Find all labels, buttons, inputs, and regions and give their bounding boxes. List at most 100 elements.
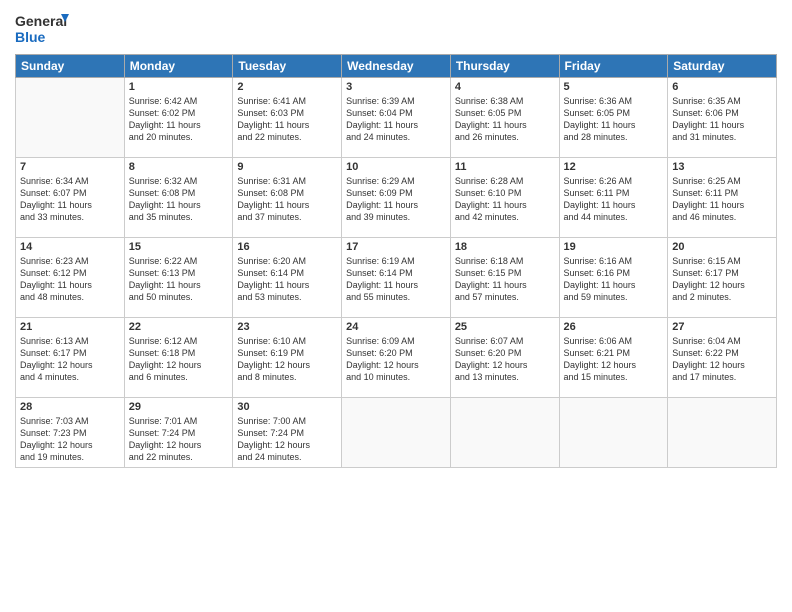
cell-info: Sunrise: 6:32 AM Sunset: 6:08 PM Dayligh…	[129, 175, 229, 224]
day-number: 2	[237, 81, 337, 93]
calendar-cell: 2 Sunrise: 6:41 AM Sunset: 6:03 PM Daylig…	[233, 78, 342, 158]
weekday-header: Wednesday	[342, 55, 451, 78]
calendar-header-row: SundayMondayTuesdayWednesdayThursdayFrid…	[16, 55, 777, 78]
calendar-cell: 30 Sunrise: 7:00 AM Sunset: 7:24 PM Dayli…	[233, 398, 342, 468]
day-number: 16	[237, 241, 337, 253]
calendar-cell: 25 Sunrise: 6:07 AM Sunset: 6:20 PM Dayli…	[450, 318, 559, 398]
day-number: 18	[455, 241, 555, 253]
day-number: 26	[564, 321, 664, 333]
day-number: 29	[129, 401, 229, 413]
calendar-cell: 9Sunrise: 6:31 AM Sunset: 6:08 PM Daylig…	[233, 158, 342, 238]
day-number: 10	[346, 161, 446, 173]
calendar-cell: 29 Sunrise: 7:01 AM Sunset: 7:24 PM Dayli…	[124, 398, 233, 468]
day-number: 22	[129, 321, 229, 333]
cell-info: Sunrise: 7:00 AM Sunset: 7:24 PM Dayligh…	[237, 415, 337, 464]
cell-info: Sunrise: 6:06 AM Sunset: 6:21 PM Dayligh…	[564, 335, 664, 384]
calendar-cell: 1 Sunrise: 6:42 AM Sunset: 6:02 PM Daylig…	[124, 78, 233, 158]
day-number: 1	[129, 81, 229, 93]
calendar-cell: 21Sunrise: 6:13 AM Sunset: 6:17 PM Dayli…	[16, 318, 125, 398]
calendar-week-row: 7Sunrise: 6:34 AM Sunset: 6:07 PM Daylig…	[16, 158, 777, 238]
logo: GeneralBlue	[15, 10, 70, 48]
calendar-week-row: 1 Sunrise: 6:42 AM Sunset: 6:02 PM Daylig…	[16, 78, 777, 158]
day-number: 28	[20, 401, 120, 413]
day-number: 23	[237, 321, 337, 333]
cell-info: Sunrise: 6:26 AM Sunset: 6:11 PM Dayligh…	[564, 175, 664, 224]
calendar-cell: 22 Sunrise: 6:12 AM Sunset: 6:18 PM Dayli…	[124, 318, 233, 398]
calendar-cell: 28 Sunrise: 7:03 AM Sunset: 7:23 PM Dayli…	[16, 398, 125, 468]
day-number: 27	[672, 321, 772, 333]
calendar-cell: 10Sunrise: 6:29 AM Sunset: 6:09 PM Dayli…	[342, 158, 451, 238]
day-number: 30	[237, 401, 337, 413]
calendar-cell: 23Sunrise: 6:10 AM Sunset: 6:19 PM Dayli…	[233, 318, 342, 398]
calendar-cell: 15 Sunrise: 6:22 AM Sunset: 6:13 PM Dayli…	[124, 238, 233, 318]
calendar-cell: 17 Sunrise: 6:19 AM Sunset: 6:14 PM Dayli…	[342, 238, 451, 318]
calendar-cell: 16 Sunrise: 6:20 AM Sunset: 6:14 PM Dayli…	[233, 238, 342, 318]
calendar-cell: 5 Sunrise: 6:36 AM Sunset: 6:05 PM Daylig…	[559, 78, 668, 158]
cell-info: Sunrise: 7:03 AM Sunset: 7:23 PM Dayligh…	[20, 415, 120, 464]
header: GeneralBlue	[15, 10, 777, 48]
day-number: 6	[672, 81, 772, 93]
cell-info: Sunrise: 6:28 AM Sunset: 6:10 PM Dayligh…	[455, 175, 555, 224]
cell-info: Sunrise: 6:16 AM Sunset: 6:16 PM Dayligh…	[564, 255, 664, 304]
day-number: 13	[672, 161, 772, 173]
cell-info: Sunrise: 6:18 AM Sunset: 6:15 PM Dayligh…	[455, 255, 555, 304]
day-number: 12	[564, 161, 664, 173]
calendar-cell: 18 Sunrise: 6:18 AM Sunset: 6:15 PM Dayli…	[450, 238, 559, 318]
weekday-header: Thursday	[450, 55, 559, 78]
calendar-cell: 3 Sunrise: 6:39 AM Sunset: 6:04 PM Daylig…	[342, 78, 451, 158]
calendar-table: SundayMondayTuesdayWednesdayThursdayFrid…	[15, 54, 777, 468]
day-number: 24	[346, 321, 446, 333]
calendar-cell	[16, 78, 125, 158]
cell-info: Sunrise: 6:15 AM Sunset: 6:17 PM Dayligh…	[672, 255, 772, 304]
calendar-cell	[342, 398, 451, 468]
cell-info: Sunrise: 6:42 AM Sunset: 6:02 PM Dayligh…	[129, 95, 229, 144]
cell-info: Sunrise: 6:22 AM Sunset: 6:13 PM Dayligh…	[129, 255, 229, 304]
calendar-cell: 19 Sunrise: 6:16 AM Sunset: 6:16 PM Dayli…	[559, 238, 668, 318]
day-number: 7	[20, 161, 120, 173]
calendar-cell: 12 Sunrise: 6:26 AM Sunset: 6:11 PM Dayli…	[559, 158, 668, 238]
cell-info: Sunrise: 6:19 AM Sunset: 6:14 PM Dayligh…	[346, 255, 446, 304]
day-number: 4	[455, 81, 555, 93]
cell-info: Sunrise: 6:23 AM Sunset: 6:12 PM Dayligh…	[20, 255, 120, 304]
day-number: 8	[129, 161, 229, 173]
day-number: 15	[129, 241, 229, 253]
cell-info: Sunrise: 6:39 AM Sunset: 6:04 PM Dayligh…	[346, 95, 446, 144]
calendar-cell: 20 Sunrise: 6:15 AM Sunset: 6:17 PM Dayli…	[668, 238, 777, 318]
cell-info: Sunrise: 6:38 AM Sunset: 6:05 PM Dayligh…	[455, 95, 555, 144]
page: GeneralBlue SundayMondayTuesdayWednesday…	[0, 0, 792, 612]
day-number: 20	[672, 241, 772, 253]
calendar-cell	[559, 398, 668, 468]
cell-info: Sunrise: 6:36 AM Sunset: 6:05 PM Dayligh…	[564, 95, 664, 144]
weekday-header: Saturday	[668, 55, 777, 78]
day-number: 25	[455, 321, 555, 333]
cell-info: Sunrise: 6:04 AM Sunset: 6:22 PM Dayligh…	[672, 335, 772, 384]
calendar-cell	[450, 398, 559, 468]
weekday-header: Sunday	[16, 55, 125, 78]
svg-text:General: General	[15, 13, 67, 29]
weekday-header: Friday	[559, 55, 668, 78]
day-number: 19	[564, 241, 664, 253]
logo-svg: GeneralBlue	[15, 10, 70, 48]
day-number: 3	[346, 81, 446, 93]
day-number: 17	[346, 241, 446, 253]
cell-info: Sunrise: 6:41 AM Sunset: 6:03 PM Dayligh…	[237, 95, 337, 144]
calendar-cell: 13 Sunrise: 6:25 AM Sunset: 6:11 PM Dayli…	[668, 158, 777, 238]
cell-info: Sunrise: 6:25 AM Sunset: 6:11 PM Dayligh…	[672, 175, 772, 224]
day-number: 14	[20, 241, 120, 253]
cell-info: Sunrise: 6:35 AM Sunset: 6:06 PM Dayligh…	[672, 95, 772, 144]
calendar-cell: 27 Sunrise: 6:04 AM Sunset: 6:22 PM Dayli…	[668, 318, 777, 398]
day-number: 9	[237, 161, 337, 173]
calendar-week-row: 21Sunrise: 6:13 AM Sunset: 6:17 PM Dayli…	[16, 318, 777, 398]
calendar-cell: 7Sunrise: 6:34 AM Sunset: 6:07 PM Daylig…	[16, 158, 125, 238]
calendar-cell: 11Sunrise: 6:28 AM Sunset: 6:10 PM Dayli…	[450, 158, 559, 238]
calendar-week-row: 14 Sunrise: 6:23 AM Sunset: 6:12 PM Dayli…	[16, 238, 777, 318]
cell-info: Sunrise: 6:12 AM Sunset: 6:18 PM Dayligh…	[129, 335, 229, 384]
day-number: 5	[564, 81, 664, 93]
cell-info: Sunrise: 6:07 AM Sunset: 6:20 PM Dayligh…	[455, 335, 555, 384]
cell-info: Sunrise: 7:01 AM Sunset: 7:24 PM Dayligh…	[129, 415, 229, 464]
cell-info: Sunrise: 6:13 AM Sunset: 6:17 PM Dayligh…	[20, 335, 120, 384]
cell-info: Sunrise: 6:20 AM Sunset: 6:14 PM Dayligh…	[237, 255, 337, 304]
calendar-cell: 4 Sunrise: 6:38 AM Sunset: 6:05 PM Daylig…	[450, 78, 559, 158]
svg-text:Blue: Blue	[15, 29, 46, 45]
calendar-cell: 26 Sunrise: 6:06 AM Sunset: 6:21 PM Dayli…	[559, 318, 668, 398]
